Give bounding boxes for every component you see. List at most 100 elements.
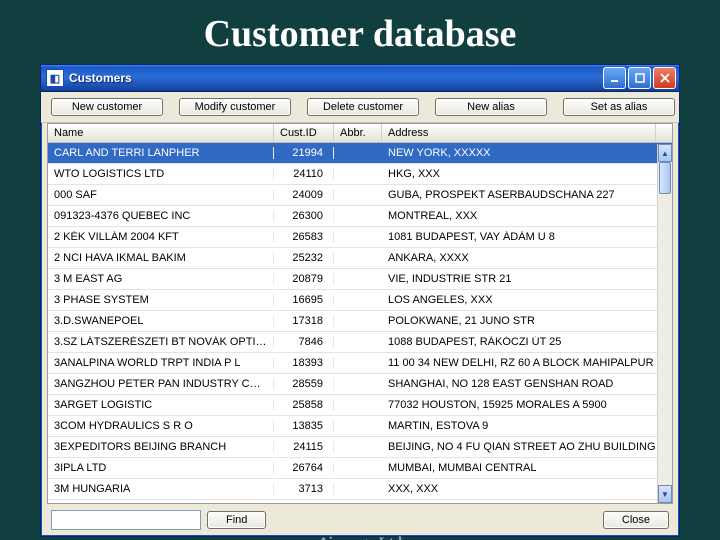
col-scroll-spacer — [656, 124, 670, 142]
table-row[interactable]: CARL AND TERRI LANPHER21994 NEW YORK, XXX… — [48, 143, 672, 164]
cell-address: MUMBAI, MUMBAI CENTRAL — [382, 462, 670, 474]
cell-address: SHANGHAI, NO 128 EAST GENSHAN ROAD — [382, 378, 670, 390]
cell-address: XXX, XXX — [382, 483, 670, 495]
cell-address: BEIJING, NO 4 FU QIAN STREET AO ZHU BUIL… — [382, 441, 670, 453]
new-alias-button[interactable]: New alias — [435, 98, 547, 116]
cell-cust-id: 7846 — [274, 336, 334, 348]
sub-caption: Aircargo Ltd — [0, 535, 720, 540]
cell-cust-id: 26300 — [274, 210, 334, 222]
footer-ghost-text — [272, 514, 596, 527]
cell-name: 091323-4376 QUEBEC INC — [48, 210, 274, 222]
cell-name: 3M HUNGARIA — [48, 483, 274, 495]
cell-cust-id: 26764 — [274, 462, 334, 474]
col-cust-id[interactable]: Cust.ID — [274, 124, 334, 142]
cell-address: POLOKWANE, 21 JUNO STR — [382, 315, 670, 327]
cell-cust-id: 18393 — [274, 357, 334, 369]
cell-cust-id: 3713 — [274, 483, 334, 495]
cell-name: 3ANGZHOU PETER PAN INDUSTRY CO LTD — [48, 378, 274, 390]
table-row[interactable]: 2 KÉK VILLÁM 2004 KFT26583 1081 BUDAPEST,… — [48, 227, 672, 248]
cell-address: MARTIN, ESTOVA 9 — [382, 420, 670, 432]
cell-address: 1081 BUDAPEST, VAY ÁDÁM U 8 — [382, 231, 670, 243]
slide-title: Customer database — [0, 12, 720, 56]
window-title: Customers — [69, 71, 603, 85]
table-row[interactable]: 3 M EAST AG20879 VIE, INDUSTRIE STR 21 — [48, 269, 672, 290]
minimize-button[interactable] — [603, 67, 626, 89]
cell-name: 2 NCI HAVA IKMAL BAKIM — [48, 252, 274, 264]
cell-cust-id: 17318 — [274, 315, 334, 327]
table-row[interactable]: 3ANALPINA WORLD TRPT INDIA P L18393 11 00… — [48, 353, 672, 374]
cell-address: LOS ANGELES, XXX — [382, 294, 670, 306]
table-row[interactable]: 3.D.SWANEPOEL17318 POLOKWANE, 21 JUNO STR — [48, 311, 672, 332]
cell-name: 3.D.SWANEPOEL — [48, 315, 274, 327]
table-row[interactable]: 3.SZ LÁTSZERÉSZETI BT NOVÁK OPTIKA7846 10… — [48, 332, 672, 353]
cell-name: 3 PHASE SYSTEM — [48, 294, 274, 306]
table-row[interactable]: 3 PHASE SYSTEM16695 LOS ANGELES, XXX — [48, 290, 672, 311]
cell-cust-id: 25858 — [274, 399, 334, 411]
cell-name: 000 SAF — [48, 189, 274, 201]
titlebar[interactable]: ◧ Customers — [41, 65, 679, 92]
cell-address: GUBA, PROSPEKT ASERBAUDSCHANA 227 — [382, 189, 670, 201]
table-row[interactable]: 3M HUNGARIA3713 XXX, XXX — [48, 479, 672, 500]
new-customer-button[interactable]: New customer — [51, 98, 163, 116]
cell-name: 3ANALPINA WORLD TRPT INDIA P L — [48, 357, 274, 369]
search-input[interactable] — [51, 510, 201, 530]
cell-cust-id: 13835 — [274, 420, 334, 432]
cell-name: 3COM HYDRAULICS S R O — [48, 420, 274, 432]
table-row[interactable]: 3ARGET LOGISTIC25858 77032 HOUSTON, 15925… — [48, 395, 672, 416]
cell-cust-id: 25232 — [274, 252, 334, 264]
set-as-alias-button[interactable]: Set as alias — [563, 98, 675, 116]
cell-address: HKG, XXX — [382, 168, 670, 180]
table-row[interactable]: 000 SAF24009GUBA, PROSPEKT ASERBAUDSCHAN… — [48, 185, 672, 206]
cell-address: MONTREAL, XXX — [382, 210, 670, 222]
close-button[interactable] — [653, 67, 676, 89]
cell-address: 11 00 34 NEW DELHI, RZ 60 A BLOCK MAHIPA… — [382, 357, 670, 369]
grid-body: CARL AND TERRI LANPHER21994 NEW YORK, XXX… — [48, 143, 672, 503]
footer: Find Close — [41, 504, 679, 536]
table-row[interactable]: 3COM HYDRAULICS S R O13835 MARTIN, ESTOVA… — [48, 416, 672, 437]
vertical-scrollbar[interactable]: ▲ ▼ — [657, 144, 672, 503]
table-row[interactable]: WTO LOGISTICS LTD24110 HKG, XXX — [48, 164, 672, 185]
modify-customer-button[interactable]: Modify customer — [179, 98, 291, 116]
cell-cust-id: 28559 — [274, 378, 334, 390]
table-row[interactable]: 3ANGZHOU PETER PAN INDUSTRY CO LTD28559 S… — [48, 374, 672, 395]
col-name[interactable]: Name — [48, 124, 274, 142]
cell-cust-id: 20879 — [274, 273, 334, 285]
cell-name: WTO LOGISTICS LTD — [48, 168, 274, 180]
col-abbr[interactable]: Abbr. — [334, 124, 382, 142]
grid-header: Name Cust.ID Abbr. Address — [48, 124, 672, 143]
cell-name: CARL AND TERRI LANPHER — [48, 147, 274, 159]
customers-window: ◧ Customers New customer Modify customer… — [40, 64, 680, 537]
scroll-up-arrow-icon[interactable]: ▲ — [658, 144, 672, 162]
cell-address: VIE, INDUSTRIE STR 21 — [382, 273, 670, 285]
table-row[interactable]: 3EXPEDITORS BEIJING BRANCH24115 BEIJING, … — [48, 437, 672, 458]
delete-customer-button[interactable]: Delete customer — [307, 98, 419, 116]
cell-cust-id: 26583 — [274, 231, 334, 243]
cell-address: 1088 BUDAPEST, RÁKÓCZI ÚT 25 — [382, 336, 670, 348]
cell-cust-id: 24115 — [274, 441, 334, 453]
cell-address: NEW YORK, XXXXX — [382, 147, 670, 159]
cell-name: 3.SZ LÁTSZERÉSZETI BT NOVÁK OPTIKA — [48, 336, 274, 348]
toolbar: New customer Modify customer Delete cust… — [41, 92, 679, 123]
table-row[interactable]: 091323-4376 QUEBEC INC26300 MONTREAL, XXX — [48, 206, 672, 227]
cell-address: ANKARA, XXXX — [382, 252, 670, 264]
col-address[interactable]: Address — [382, 124, 656, 142]
find-button[interactable]: Find — [207, 511, 266, 529]
cell-cust-id: 21994 — [274, 147, 334, 159]
cell-name: 2 KÉK VILLÁM 2004 KFT — [48, 231, 274, 243]
maximize-button[interactable] — [628, 67, 651, 89]
customer-grid: Name Cust.ID Abbr. Address CARL AND TERR… — [47, 123, 673, 504]
table-row[interactable]: 2 NCI HAVA IKMAL BAKIM25232 ANKARA, XXXX — [48, 248, 672, 269]
cell-name: 3IPLA LTD — [48, 462, 274, 474]
app-icon: ◧ — [46, 69, 64, 87]
table-row[interactable]: 3IPLA LTD26764 MUMBAI, MUMBAI CENTRAL — [48, 458, 672, 479]
scroll-down-arrow-icon[interactable]: ▼ — [658, 485, 672, 503]
table-row[interactable]: 3M TAIWAN LTD11282TAIPEI, YANG MEI — [48, 500, 672, 503]
close-window-button[interactable]: Close — [603, 511, 669, 529]
cell-cust-id: 16695 — [274, 294, 334, 306]
scroll-thumb[interactable] — [659, 162, 671, 194]
cell-address: 77032 HOUSTON, 15925 MORALES A 5900 — [382, 399, 670, 411]
cell-name: 3ARGET LOGISTIC — [48, 399, 274, 411]
cell-cust-id: 24110 — [274, 168, 334, 180]
cell-name: 3 M EAST AG — [48, 273, 274, 285]
cell-name: 3EXPEDITORS BEIJING BRANCH — [48, 441, 274, 453]
